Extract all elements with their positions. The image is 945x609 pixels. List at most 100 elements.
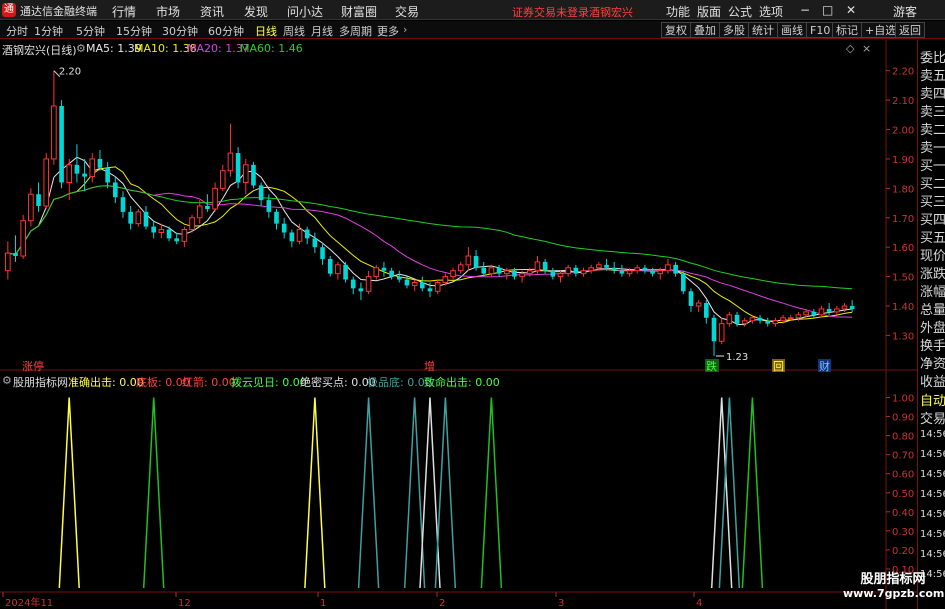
f10-button[interactable]: F10 <box>806 22 835 38</box>
kline-chart[interactable]: 2.20 2.10 2.00 1.90 1.80 1.70 1.60 1.50 1.40 1.30… <box>0 40 917 609</box>
panel-change-pct[interactable]: 涨幅 <box>920 281 945 300</box>
tab-monthly[interactable]: 月线 <box>311 23 333 39</box>
draw-line-button[interactable]: 画线 <box>777 22 807 38</box>
candle-body-down <box>128 211 133 224</box>
panel-auto[interactable]: 自动 <box>920 390 945 409</box>
minimize-icon[interactable]: − <box>800 3 810 17</box>
close-panel-icon[interactable]: × <box>862 42 871 55</box>
candle-body-down <box>680 273 686 292</box>
ma5-line <box>7 156 853 326</box>
candle-body-up <box>242 164 249 183</box>
menu-formula[interactable]: 公式 <box>728 3 752 20</box>
tab-30min[interactable]: 30分钟 <box>162 23 198 39</box>
menu-discover[interactable]: 发现 <box>244 3 268 20</box>
menu-options[interactable]: 选项 <box>759 3 783 20</box>
panel-sell2[interactable]: 卖二 <box>920 119 945 138</box>
tab-weekly[interactable]: 周线 <box>283 23 305 39</box>
stats-button[interactable]: 统计 <box>748 22 778 38</box>
tab-1min[interactable]: 1分钟 <box>34 23 63 39</box>
candle-body-up <box>596 264 602 269</box>
login-status[interactable]: 证券交易未登录 <box>512 4 589 20</box>
panel-price[interactable]: 现价 <box>920 245 945 264</box>
candle-body-down <box>711 317 717 342</box>
menu-quotes[interactable]: 行情 <box>112 3 136 20</box>
menu-trade[interactable]: 交易 <box>395 3 419 20</box>
candle-body-down <box>542 261 548 271</box>
candle-body-down <box>235 153 241 183</box>
panel-sell5[interactable]: 卖五 <box>920 65 945 84</box>
indicator-gear-icon[interactable]: ⚙ <box>2 374 12 387</box>
indicator-signal-spike <box>142 397 165 589</box>
indicator-tick-label: 1.00 <box>892 394 914 405</box>
candle-body-up <box>795 314 802 319</box>
alert-stock-name[interactable]: 酒钢宏兴 <box>589 4 633 20</box>
panel-weibi[interactable]: 委比 <box>920 47 945 66</box>
candle-body-up <box>189 217 195 231</box>
menu-layout[interactable]: 版面 <box>697 3 721 20</box>
menu-wealth[interactable]: 财富圈 <box>341 3 377 20</box>
candle-body-up <box>787 317 794 320</box>
tab-5min[interactable]: 5分钟 <box>76 23 105 39</box>
panel-sell4[interactable]: 卖四 <box>920 83 945 102</box>
signal-jipindi: 极品底: 0.00 <box>367 376 432 389</box>
panel-trade[interactable]: 交易 <box>920 408 945 427</box>
menu-market[interactable]: 市场 <box>156 3 180 20</box>
menu-function[interactable]: 功能 <box>666 3 690 20</box>
high-price-label: 2.20 <box>59 67 81 78</box>
panel-buy2[interactable]: 买二 <box>920 173 945 192</box>
panel-net-assets[interactable]: 净资 <box>920 353 945 372</box>
diamond-icon[interactable]: ◇ <box>846 42 854 55</box>
panel-outer[interactable]: 外盘 <box>920 317 945 336</box>
indicator-tick-label: 0.80 <box>892 432 914 443</box>
maximize-icon[interactable]: □ <box>822 3 833 17</box>
panel-turnover[interactable]: 换手 <box>920 335 945 354</box>
candle-body-down <box>151 226 156 233</box>
back-button[interactable]: 返回 <box>895 22 925 38</box>
candle-body-up <box>135 211 142 225</box>
candle-body-down <box>327 258 333 274</box>
candle-body-up <box>219 170 226 189</box>
candle-body-down <box>734 314 740 324</box>
candle-body-up <box>51 105 57 160</box>
time-tick-label: 2 <box>439 598 445 609</box>
candle-body-down <box>304 229 310 239</box>
chevron-right-icon[interactable]: › <box>403 23 407 36</box>
tab-15min[interactable]: 15分钟 <box>116 23 152 39</box>
price-tick-label: 1.90 <box>892 155 914 166</box>
panel-earnings[interactable]: 收益 <box>920 371 945 390</box>
adjust-button[interactable]: 复权 <box>661 22 691 38</box>
tab-60min[interactable]: 60分钟 <box>208 23 244 39</box>
guest-user[interactable]: 游客 <box>893 3 917 20</box>
panel-buy5[interactable]: 买五 <box>920 227 945 246</box>
overlay-button[interactable]: 叠加 <box>690 22 720 38</box>
multi-stock-button[interactable]: 多股 <box>719 22 749 38</box>
settings-gear-icon[interactable]: ⚙ <box>76 42 86 55</box>
candle-body-down <box>174 238 180 242</box>
panel-sell1[interactable]: 卖一 <box>920 137 945 156</box>
candle-body-up <box>465 255 472 266</box>
candle-body-up <box>780 317 786 322</box>
close-icon[interactable]: ✕ <box>846 3 856 17</box>
menu-news[interactable]: 资讯 <box>200 3 224 20</box>
panel-change[interactable]: 涨跌 <box>920 263 945 282</box>
tab-daily[interactable]: 日线 <box>255 23 277 39</box>
candle-body-up <box>296 229 303 242</box>
tab-intraday[interactable]: 分时 <box>6 23 28 39</box>
candle-body-up <box>534 261 541 272</box>
candle-body-up <box>718 323 725 342</box>
panel-sell3[interactable]: 卖三 <box>920 101 945 120</box>
tab-more[interactable]: 更多 <box>377 23 399 39</box>
candle-body-down <box>358 288 364 292</box>
candle-body-down <box>826 308 832 312</box>
time-tick-label: 1 <box>320 598 326 609</box>
panel-volume[interactable]: 总量 <box>920 299 945 318</box>
candle-body-down <box>849 306 855 309</box>
panel-buy4[interactable]: 买四 <box>920 209 945 228</box>
tab-multi-period[interactable]: 多周期 <box>339 23 372 39</box>
mark-button[interactable]: 标记 <box>832 22 862 38</box>
menu-ask[interactable]: 问小达 <box>287 3 323 20</box>
indicator-tick-label: 0.90 <box>892 413 914 424</box>
panel-buy3[interactable]: 买三 <box>920 191 945 210</box>
panel-buy1[interactable]: 买一 <box>920 155 945 174</box>
candle-body-up <box>519 273 525 278</box>
